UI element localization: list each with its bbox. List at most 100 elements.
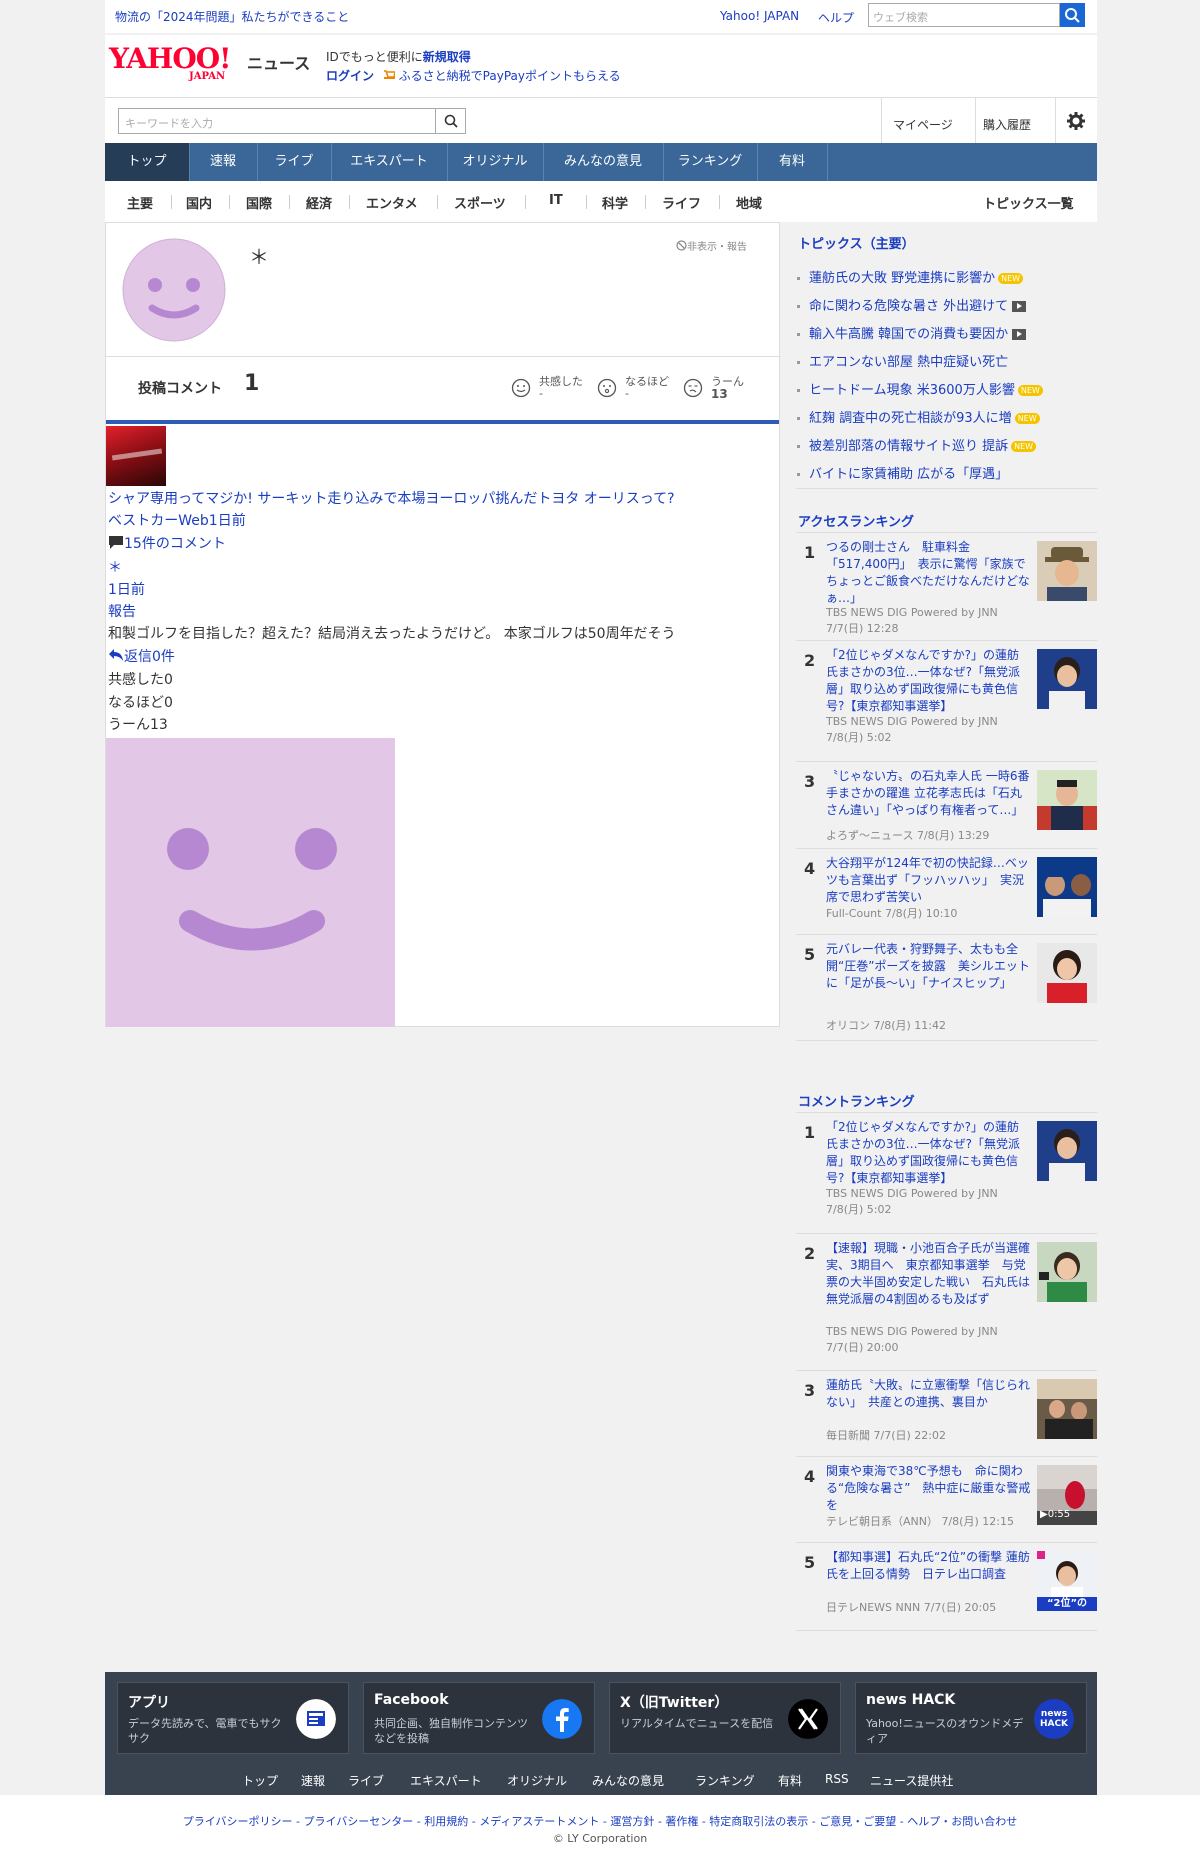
yahoo-news-logo[interactable]: YAHOO! JAPAN [109, 45, 231, 83]
report-link[interactable]: 報告 [108, 601, 136, 621]
comments-count-link[interactable]: 15件のコメント [108, 533, 226, 553]
nav-tab-live[interactable]: ライブ [257, 143, 332, 181]
mypage-link[interactable]: マイページ [893, 116, 953, 133]
topic-item[interactable]: エアコンない部屋 熱中症疑い死亡 [796, 351, 1008, 370]
topics-heading[interactable]: トピックス（主要） [798, 233, 915, 252]
footer-link-ranking[interactable]: ランキング [695, 1772, 755, 1789]
divider [796, 488, 1097, 489]
category-life[interactable]: ライフ [662, 193, 701, 212]
topic-text: 紅麹 調査中の死亡相談が93人に増 [809, 411, 1012, 426]
footer-link-live[interactable]: ライブ [348, 1772, 384, 1789]
topic-item[interactable]: 被差別部落の情報サイト巡り 提訴 NEW [796, 435, 1037, 454]
comment-empathy-count[interactable]: 共感した0 [108, 669, 173, 689]
hide-report-link[interactable]: 非表示・報告 [676, 238, 747, 253]
footer-facebook-card[interactable]: Facebook 共同企画、独自制作コンテンツなどを投稿 [363, 1682, 595, 1754]
rank-time: 7/7(日) 20:00 [826, 1341, 899, 1354]
nav-tab-paid[interactable]: 有料 [757, 143, 828, 181]
footer-link-top[interactable]: トップ [242, 1772, 278, 1789]
category-entertainment[interactable]: エンタメ [366, 193, 418, 212]
category-sports[interactable]: スポーツ [454, 193, 506, 212]
rank-source: TBS NEWS DIG Powered by JNN [826, 1187, 998, 1200]
topic-item[interactable]: 輸入牛高騰 韓国での消費も要因か [796, 323, 1027, 342]
ranking-item[interactable]: 4 関東や東海で38℃予想も 命に関わる“危険な暑さ” 熱中症に厳重な警戒を テ… [796, 1457, 1097, 1543]
card-desc: 共同企画、独自制作コンテンツなどを投稿 [374, 1717, 528, 1745]
nav-tab-opinions[interactable]: みんなの意見 [543, 143, 664, 181]
legal-links[interactable]: プライバシーポリシー - プライバシーセンター - 利用規約 - メディアステー… [0, 1813, 1200, 1829]
ranking-item[interactable]: 1 「2位じゃダメなんですか?」の蓮舫氏まさかの3位…一体なぜ?「無党派層」取り… [796, 1113, 1097, 1234]
topic-item[interactable]: バイトに家賃補助 広がる「厚遇」 [796, 463, 1008, 482]
footer-link-paid[interactable]: 有料 [778, 1772, 802, 1789]
furusato-link[interactable]: ふるさと納税でPayPayポイントもらえる [399, 69, 621, 83]
nav-tab-original[interactable]: オリジナル [447, 143, 544, 181]
comment-uun-count[interactable]: うーん13 [108, 714, 168, 734]
ranking-item[interactable]: 5 元バレー代表・狩野舞子、太もも全開“圧巻”ポーズを披露 美シルエットに「足が… [796, 935, 1097, 1041]
legal-footer: プライバシーポリシー - プライバシーセンター - 利用規約 - メディアステー… [0, 1795, 1200, 1863]
article-title-link[interactable]: シャア専用ってマジか! サーキット走り込みで本場ヨーロッパ挑んだトヨタ オーリス… [108, 488, 773, 532]
category-main[interactable]: 主要 [127, 193, 153, 212]
nav-tab-ranking[interactable]: ランキング [663, 143, 758, 181]
replies-link[interactable]: 返信0件 [108, 646, 175, 666]
main-nav: トップ 速報 ライブ エキスパート オリジナル みんなの意見 ランキング 有料 [105, 143, 1097, 181]
keyword-search-input[interactable]: キーワードを入力 [118, 108, 436, 134]
footer-link-breaking[interactable]: 速報 [301, 1772, 325, 1789]
footer-link-providers[interactable]: ニュース提供社 [870, 1772, 953, 1789]
ranking-item[interactable]: 3 〝じゃない方〟の石丸幸人氏 一時6番手まさかの躍進 立花孝志氏は「石丸さん違… [796, 762, 1097, 849]
web-search-button[interactable] [1060, 3, 1085, 27]
promo-link[interactable]: 物流の「2024年問題」私たちができること [115, 8, 349, 25]
comment-naruhodo-count[interactable]: なるほど0 [108, 692, 173, 712]
topic-text: ヒートドーム現象 米3600万人影響 [809, 383, 1015, 398]
footer-link-rss[interactable]: RSS [825, 1772, 849, 1786]
purchase-history-link[interactable]: 購入履歴 [983, 116, 1031, 133]
topic-item[interactable]: 命に関わる危険な暑さ 外出避けて [796, 295, 1027, 314]
settings-button[interactable] [1065, 110, 1087, 132]
topic-text: エアコンない部屋 熱中症疑い死亡 [809, 355, 1009, 370]
web-search-input[interactable]: ウェブ検索 [868, 3, 1060, 27]
footer-x-card[interactable]: X（旧Twitter） リアルタイムでニュースを配信 [609, 1682, 841, 1754]
footer-link-opinions[interactable]: みんなの意見 [592, 1772, 664, 1789]
comment-time-link[interactable]: 1日前 [108, 579, 145, 599]
ranking-item[interactable]: 1 つるの剛士さん 駐車料金「517,400円」 表示に驚愕「家族でちょっとご飯… [796, 533, 1097, 641]
nav-tab-expert[interactable]: エキスパート [331, 143, 448, 181]
user-avatar[interactable] [122, 238, 226, 342]
topic-item[interactable]: 蓮舫氏の大敗 野党連携に影響か NEW [796, 267, 1024, 286]
login-link[interactable]: ログイン [326, 69, 374, 83]
ranking-item[interactable]: 2 【速報】現職・小池百合子氏が当選確実、3期目へ 東京都知事選挙 与党票の大半… [796, 1234, 1097, 1371]
ranking-item[interactable]: 4 大谷翔平が124年で初の快記録…ベッツも言葉出ず「フッハッハッ」 実況席で思… [796, 849, 1097, 935]
rank-title: つるの剛士さん 駐車料金「517,400円」 表示に驚愕「家族でちょっとご飯食べ… [826, 540, 1030, 605]
comment-body: 和製ゴルフを目指した？超えた？結局消え去ったようだけど。 本家ゴルフは50周年だ… [108, 626, 676, 642]
footer-link-expert[interactable]: エキスパート [410, 1772, 482, 1789]
ranking-item[interactable]: 3 蓮舫氏〝大敗〟に立憲衝撃「信じられない」 共産との連携、裏目か 毎日新聞 7… [796, 1371, 1097, 1457]
category-world[interactable]: 国際 [246, 193, 272, 212]
rank-title: 【速報】現職・小池百合子氏が当選確実、3期目へ 東京都知事選挙 与党票の大半固め… [826, 1241, 1031, 1306]
rank-thumbnail [1037, 1121, 1097, 1181]
rank-number: 2 [804, 651, 816, 670]
topic-item[interactable]: ヒートドーム現象 米3600万人影響 NEW [796, 379, 1043, 398]
rank-source: TBS NEWS DIG Powered by JNN [826, 715, 998, 728]
category-it[interactable]: IT [549, 193, 563, 208]
help-link[interactable]: ヘルプ [818, 9, 854, 26]
keyword-search-button[interactable] [436, 108, 466, 134]
ranking-item[interactable]: 2 「2位じゃダメなんですか?」の蓮舫氏まさかの3位…一体なぜ?「無党派層」取り… [796, 641, 1097, 762]
topic-item[interactable]: 紅麹 調査中の死亡相談が93人に増 NEW [796, 407, 1040, 426]
rank-number: 1 [804, 543, 816, 562]
article-thumbnail[interactable] [106, 426, 166, 486]
news-hack-icon: news HACK [1034, 1699, 1074, 1739]
comment-author-link[interactable]: ＊ [108, 557, 122, 577]
search-icon [1065, 8, 1080, 23]
ranking-item[interactable]: 5 【都知事選】石丸氏“2位”の衝撃 蓮舫氏を上回る情勢 日テレ出口調査 日テレ… [796, 1543, 1097, 1631]
yahoo-japan-link[interactable]: Yahoo! JAPAN [720, 9, 799, 23]
tab-underline [106, 420, 779, 424]
footer-app-card[interactable]: アプリ データ先読みで、電車でもサクサク [117, 1682, 349, 1754]
topics-list-link[interactable]: トピックス一覧 [983, 193, 1074, 212]
footer-link-original[interactable]: オリジナル [507, 1772, 567, 1789]
category-region[interactable]: 地域 [736, 193, 762, 212]
nav-tab-breaking[interactable]: 速報 [189, 143, 258, 181]
comment-ranking-heading: コメントランキング [798, 1095, 915, 1110]
footer-newshack-card[interactable]: news HACK Yahoo!ニュースのオウンドメディア news HACK [855, 1682, 1087, 1754]
category-domestic[interactable]: 国内 [186, 193, 212, 212]
category-economy[interactable]: 経済 [306, 193, 332, 212]
category-science[interactable]: 科学 [602, 193, 628, 212]
bullet [797, 389, 800, 392]
nav-tab-top[interactable]: トップ [105, 143, 190, 181]
signup-link[interactable]: 新規取得 [423, 50, 471, 64]
